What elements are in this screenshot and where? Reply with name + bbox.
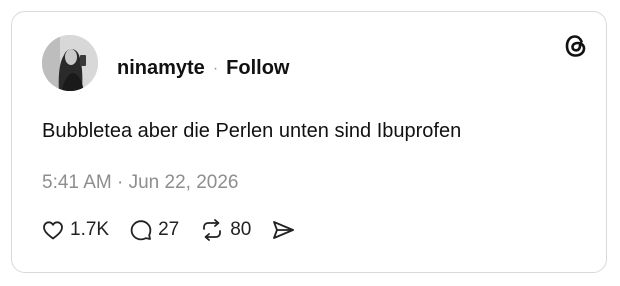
post-timestamp[interactable]: 5:41 AM · Jun 22, 2026	[42, 172, 238, 194]
follow-button[interactable]: Follow	[226, 57, 289, 80]
like-count: 1.7K	[70, 219, 110, 240]
separator-dot: ·	[212, 59, 219, 77]
avatar[interactable]	[42, 35, 98, 91]
share-button[interactable]	[271, 218, 297, 242]
post-header: ninamyte · Follow	[117, 57, 289, 80]
repost-arrows-icon	[199, 218, 225, 242]
action-bar: 1.7K 27 80	[41, 218, 297, 242]
reply-count: 27	[158, 219, 180, 240]
avatar-photo	[42, 35, 98, 91]
like-button[interactable]: 1.7K	[41, 218, 109, 242]
repost-count: 80	[230, 219, 252, 240]
post-card: ninamyte · Follow Bubbletea aber die Per…	[11, 11, 607, 273]
speech-bubble-icon	[129, 218, 153, 242]
heart-icon	[41, 218, 65, 242]
threads-logo-icon[interactable]	[562, 32, 590, 60]
username[interactable]: ninamyte	[117, 57, 205, 80]
repost-button[interactable]: 80	[199, 218, 251, 242]
send-icon	[271, 218, 297, 242]
reply-button[interactable]: 27	[129, 218, 179, 242]
post-text: Bubbletea aber die Perlen unten sind Ibu…	[42, 120, 462, 142]
